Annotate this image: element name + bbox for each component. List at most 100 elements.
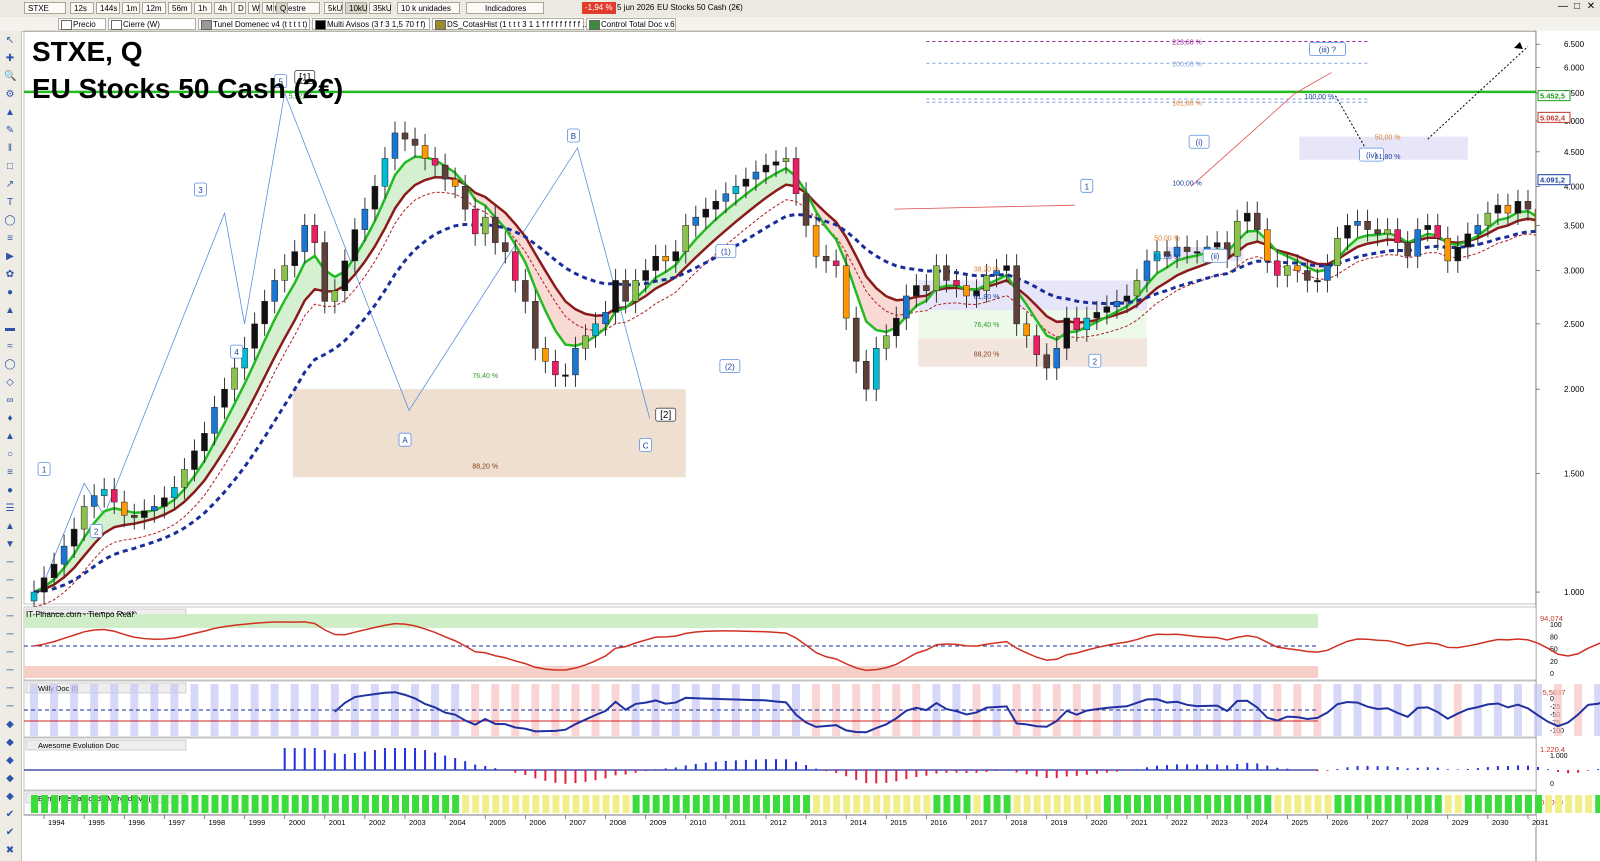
fib-label: 38,20 % <box>974 267 1000 274</box>
candle-body <box>231 367 238 390</box>
fuerza-bar <box>331 795 339 813</box>
fuerza-bar <box>1334 795 1342 813</box>
candle-body <box>1524 201 1532 210</box>
fuerza-bar <box>642 795 650 813</box>
fuerza-bar <box>371 795 379 813</box>
fuerza-bar <box>1133 795 1141 813</box>
candle-body <box>842 265 850 319</box>
fuerza-bar <box>1103 795 1111 813</box>
candle-body <box>381 158 389 187</box>
fuerza-bar <box>1274 795 1282 813</box>
trend-line-red-2 <box>1190 72 1332 187</box>
candle-body <box>1464 233 1472 248</box>
fuerza-bar <box>502 795 510 813</box>
indicator-panel[interactable] <box>23 737 1537 791</box>
candle-body <box>271 280 278 302</box>
candle-body <box>1314 280 1321 283</box>
candle-body <box>80 506 88 530</box>
fuerza-bar <box>853 795 861 813</box>
price-tick-label: 1.000 <box>1564 588 1585 597</box>
fuerza-bar <box>1164 795 1172 813</box>
candle-body <box>60 545 68 565</box>
candle-body <box>812 225 820 257</box>
trenes-oversold-band <box>24 666 1318 678</box>
chart-canvas[interactable]: 12345 [1]ABC[2](1)(2)12(i)(ii)(iii) ?(iv)… <box>0 0 1600 861</box>
price-panel-frame <box>23 30 1537 605</box>
year-tick-label: 2012 <box>770 818 787 827</box>
fuerza-bar <box>1514 795 1522 813</box>
fuerza-bar <box>893 795 901 813</box>
fuerza-bar <box>1304 795 1312 813</box>
candle-body <box>1243 212 1251 222</box>
candle-body <box>1264 229 1271 262</box>
year-tick-label: 2013 <box>810 818 827 827</box>
fuerza-bar <box>672 795 680 813</box>
candle-body <box>1063 317 1071 349</box>
fuerza-bar <box>843 795 851 813</box>
candle-body <box>702 208 710 218</box>
candle-body <box>1454 246 1462 262</box>
fib-label: 100,00 % <box>1305 94 1335 101</box>
candle-body <box>672 251 679 262</box>
fib-label: 61,80 % <box>1375 154 1401 161</box>
fib-label: 61,80 % <box>974 294 1000 301</box>
year-tick-label: 2020 <box>1091 818 1108 827</box>
fuerza-bar <box>1073 795 1081 813</box>
fuerza-bar <box>1174 795 1182 813</box>
fuerza-bar <box>1555 795 1563 813</box>
fuerza-bar <box>121 795 129 813</box>
year-tick-label: 2028 <box>1412 818 1429 827</box>
fuerza-bar <box>752 795 760 813</box>
fuerza-bar <box>1204 795 1212 813</box>
fuerza-bar <box>692 795 700 813</box>
candle-body <box>832 260 840 266</box>
candle-body <box>1053 348 1060 369</box>
fuerza-bar <box>261 795 269 813</box>
fuerza-bar <box>973 795 981 813</box>
fib-label: 161,80 % <box>1172 100 1202 107</box>
candle-body <box>502 242 509 252</box>
candle-body <box>1304 270 1311 281</box>
candle-body <box>552 361 559 376</box>
candle-body <box>251 323 258 349</box>
fuerza-bar <box>1545 795 1553 813</box>
candle-body <box>1334 237 1341 266</box>
candle-body <box>772 161 780 166</box>
fuerza-bar <box>1314 795 1322 813</box>
fuerza-bar <box>1454 795 1462 813</box>
candle-body <box>923 285 930 291</box>
candle-body <box>1324 265 1331 281</box>
candle-body <box>110 489 118 503</box>
candle-body <box>692 216 700 226</box>
candle-body <box>201 433 208 452</box>
candle-body <box>1093 312 1101 319</box>
candle-body <box>802 193 810 226</box>
candle-body <box>161 497 168 507</box>
candle-body <box>1504 204 1512 214</box>
fuerza-bar <box>532 795 540 813</box>
year-tick-label: 2003 <box>409 818 426 827</box>
fuerza-bar <box>923 795 931 813</box>
candle-body <box>1073 317 1081 331</box>
candle-body <box>1354 220 1361 226</box>
fuerza-bar <box>1504 795 1512 813</box>
candle-body <box>321 242 329 302</box>
candle-body <box>481 216 489 235</box>
willy-bar <box>1393 684 1402 736</box>
fuerza-bar <box>141 795 149 813</box>
candle-body <box>411 138 419 146</box>
fib-label: 50,00 % <box>1154 235 1180 242</box>
candle-body <box>862 361 870 390</box>
candle-body <box>1274 260 1281 276</box>
fuerza-bar <box>1364 795 1372 813</box>
fuerza-bar <box>361 795 369 813</box>
candle-body <box>602 312 609 325</box>
price-badge-label: 5.452,5 <box>1540 92 1565 101</box>
fuerza-bar <box>472 795 480 813</box>
fuerza-bar <box>1595 795 1600 813</box>
year-tick-label: 1996 <box>128 818 145 827</box>
price-tick-label: 6.500 <box>1564 40 1585 49</box>
fuerza-bar <box>1003 795 1011 813</box>
fuerza-bar <box>171 795 179 813</box>
fib-label: 88,20 % <box>974 351 1000 358</box>
